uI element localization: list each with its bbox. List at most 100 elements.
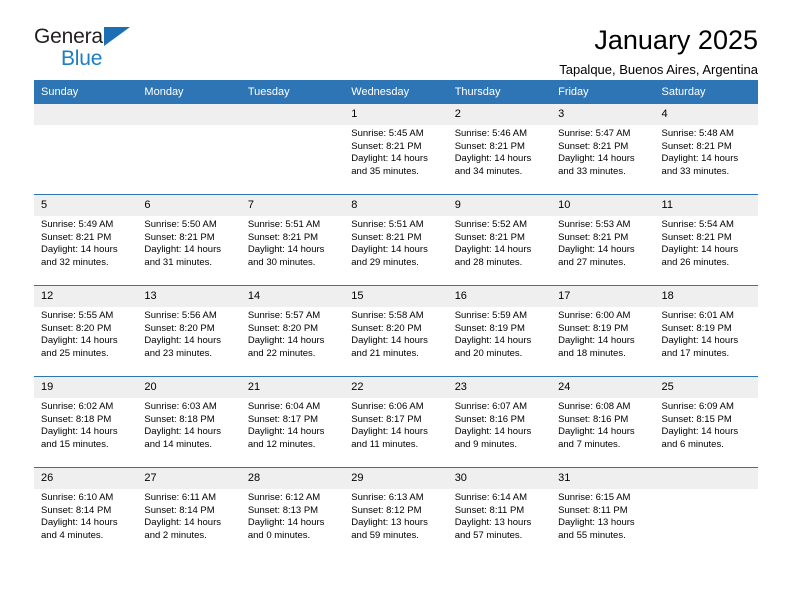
sunrise-time: Sunrise: 6:10 AM	[41, 492, 114, 503]
sunrise-time: Sunrise: 5:51 AM	[351, 219, 424, 230]
calendar-day-cell[interactable]: 27 Sunrise: 6:11 AM Sunset: 8:14 PM Dayligh…	[137, 467, 241, 558]
sunset-time: Sunset: 8:21 PM	[454, 140, 525, 152]
day-number: 30	[447, 468, 552, 489]
calendar-day-cell[interactable]: 16 Sunrise: 5:59 AM Sunset: 8:19 PM Dayligh…	[447, 285, 552, 377]
daylight-duration-line2: and 12 minutes.	[247, 438, 316, 450]
sunset-time: Sunset: 8:11 PM	[558, 504, 628, 516]
daylight-duration-line2: and 0 minutes.	[247, 529, 311, 541]
daylight-duration-line2: and 57 minutes.	[454, 529, 523, 541]
day-cell-inner: 15 Sunrise: 5:58 AM Sunset: 8:20 PM Dayligh…	[344, 286, 448, 376]
day-number: 17	[551, 286, 655, 307]
day-details: Sunrise: 5:57 AM Sunset: 8:20 PM Daylight:…	[241, 307, 344, 360]
day-number: 3	[551, 104, 655, 125]
sunrise-time: Sunrise: 6:14 AM	[454, 492, 528, 503]
calendar-day-cell[interactable]: 6 Sunrise: 5:50 AM Sunset: 8:21 PM Daylight…	[137, 194, 241, 286]
generalblue-logo[interactable]: General Blue	[34, 26, 214, 76]
calendar-day-cell[interactable]: 26 Sunrise: 6:10 AM Sunset: 8:14 PM Dayligh…	[34, 467, 138, 558]
daylight-duration-line2: and 32 minutes.	[41, 256, 109, 268]
calendar-day-cell[interactable]: 2 Sunrise: 5:46 AM Sunset: 8:21 PM Daylight…	[447, 104, 552, 195]
day-cell-inner: 13 Sunrise: 5:56 AM Sunset: 8:20 PM Dayligh…	[137, 286, 241, 376]
calendar-day-cell[interactable]: 15 Sunrise: 5:58 AM Sunset: 8:20 PM Dayligh…	[344, 285, 448, 377]
day-number: 16	[447, 286, 552, 307]
calendar-day-cell[interactable]: 29 Sunrise: 6:13 AM Sunset: 8:12 PM Dayligh…	[344, 467, 448, 558]
calendar-day-cell[interactable]: 30 Sunrise: 6:14 AM Sunset: 8:11 PM Dayligh…	[447, 467, 552, 558]
daylight-duration-line1: Daylight: 14 hours	[247, 335, 325, 347]
calendar-day-cell[interactable]: 28 Sunrise: 6:12 AM Sunset: 8:13 PM Dayligh…	[240, 467, 345, 558]
calendar-day-cell[interactable]: 3 Sunrise: 5:47 AM Sunset: 8:21 PM Daylight…	[551, 104, 655, 195]
day-number: 18	[654, 286, 758, 307]
sunrise-time: Sunrise: 5:53 AM	[558, 219, 631, 230]
sunset-time: Sunset: 8:15 PM	[661, 413, 732, 425]
sunset-time: Sunset: 8:12 PM	[351, 504, 422, 516]
daylight-duration-line1: Daylight: 14 hours	[144, 517, 221, 529]
day-cell-inner: 7 Sunrise: 5:51 AM Sunset: 8:21 PM Daylight…	[240, 195, 345, 285]
sunset-time: Sunset: 8:21 PM	[454, 231, 525, 243]
calendar-day-cell[interactable]: 10 Sunrise: 5:53 AM Sunset: 8:21 PM Dayligh…	[551, 194, 655, 286]
day-cell-inner: 14 Sunrise: 5:57 AM Sunset: 8:20 PM Dayligh…	[240, 286, 345, 376]
calendar-day-cell[interactable]: 19 Sunrise: 6:02 AM Sunset: 8:18 PM Dayligh…	[34, 376, 138, 468]
sunrise-time: Sunrise: 6:02 AM	[41, 401, 114, 412]
calendar-day-cell[interactable]: 12 Sunrise: 5:55 AM Sunset: 8:20 PM Dayligh…	[34, 285, 138, 377]
day-details: Sunrise: 5:45 AM Sunset: 8:21 PM Daylight:…	[344, 125, 447, 178]
day-details: Sunrise: 5:54 AM Sunset: 8:21 PM Daylight:…	[655, 216, 758, 269]
calendar-day-cell[interactable]: 17 Sunrise: 6:00 AM Sunset: 8:19 PM Dayligh…	[551, 285, 655, 377]
day-cell-inner: 31 Sunrise: 6:15 AM Sunset: 8:11 PM Dayligh…	[551, 468, 655, 558]
day-number: 23	[447, 377, 552, 398]
calendar-day-cell[interactable]: 22 Sunrise: 6:06 AM Sunset: 8:17 PM Dayligh…	[344, 376, 448, 468]
calendar-day-cell[interactable]: 24 Sunrise: 6:08 AM Sunset: 8:16 PM Dayligh…	[551, 376, 655, 468]
sunrise-time: Sunrise: 5:55 AM	[41, 310, 114, 321]
calendar-day-cell[interactable]: 9 Sunrise: 5:52 AM Sunset: 8:21 PM Daylight…	[447, 194, 552, 286]
calendar-day-cell[interactable]: 25 Sunrise: 6:09 AM Sunset: 8:15 PM Dayligh…	[654, 376, 758, 468]
calendar-week-row: 5 Sunrise: 5:49 AM Sunset: 8:21 PM Daylight…	[34, 194, 758, 286]
day-details: Sunrise: 5:51 AM Sunset: 8:21 PM Daylight:…	[241, 216, 344, 269]
day-details: Sunrise: 6:15 AM Sunset: 8:11 PM Daylight:…	[551, 489, 654, 542]
calendar-day-cell[interactable]: 11 Sunrise: 5:54 AM Sunset: 8:21 PM Dayligh…	[654, 194, 758, 286]
day-cell-inner: 2 Sunrise: 5:46 AM Sunset: 8:21 PM Daylight…	[447, 104, 552, 194]
day-cell-inner: 29 Sunrise: 6:13 AM Sunset: 8:12 PM Dayligh…	[344, 468, 448, 558]
sunrise-time: Sunrise: 6:08 AM	[558, 401, 631, 412]
daylight-duration-line2: and 14 minutes.	[144, 438, 213, 450]
calendar-day-cell[interactable]: 31 Sunrise: 6:15 AM Sunset: 8:11 PM Dayligh…	[551, 467, 655, 558]
calendar-day-cell[interactable]: 20 Sunrise: 6:03 AM Sunset: 8:18 PM Dayligh…	[137, 376, 241, 468]
calendar-day-cell[interactable]: 7 Sunrise: 5:51 AM Sunset: 8:21 PM Daylight…	[240, 194, 345, 286]
daylight-duration-line2: and 18 minutes.	[558, 347, 626, 359]
calendar-day-cell[interactable]: 21 Sunrise: 6:04 AM Sunset: 8:17 PM Dayligh…	[240, 376, 345, 468]
day-number: 10	[551, 195, 655, 216]
sunset-time: Sunset: 8:21 PM	[351, 231, 422, 243]
day-cell-inner: 8 Sunrise: 5:51 AM Sunset: 8:21 PM Daylight…	[344, 195, 448, 285]
day-cell-inner	[654, 468, 758, 558]
day-number: 26	[34, 468, 138, 489]
daylight-duration-line2: and 29 minutes.	[351, 256, 419, 268]
daylight-duration-line2: and 30 minutes.	[247, 256, 316, 268]
sunrise-time: Sunrise: 6:01 AM	[661, 310, 734, 321]
day-details: Sunrise: 5:59 AM Sunset: 8:19 PM Daylight:…	[448, 307, 551, 360]
sunset-time: Sunset: 8:20 PM	[247, 322, 319, 334]
sunrise-time: Sunrise: 5:52 AM	[454, 219, 528, 230]
calendar-day-cell[interactable]: 1 Sunrise: 5:45 AM Sunset: 8:21 PM Daylight…	[344, 104, 448, 195]
calendar-day-cell[interactable]: 13 Sunrise: 5:56 AM Sunset: 8:20 PM Dayligh…	[137, 285, 241, 377]
sunset-time: Sunset: 8:18 PM	[144, 413, 215, 425]
daylight-duration-line1: Daylight: 14 hours	[41, 426, 118, 438]
daylight-duration-line2: and 35 minutes.	[351, 165, 419, 177]
day-cell-inner: 21 Sunrise: 6:04 AM Sunset: 8:17 PM Dayligh…	[240, 377, 345, 467]
daylight-duration-line2: and 6 minutes.	[661, 438, 724, 450]
day-details: Sunrise: 5:56 AM Sunset: 8:20 PM Daylight:…	[137, 307, 240, 360]
calendar-day-cell[interactable]: 23 Sunrise: 6:07 AM Sunset: 8:16 PM Dayligh…	[447, 376, 552, 468]
daylight-duration-line2: and 31 minutes.	[144, 256, 213, 268]
calendar-day-cell[interactable]: 8 Sunrise: 5:51 AM Sunset: 8:21 PM Daylight…	[344, 194, 448, 286]
day-details: Sunrise: 6:02 AM Sunset: 8:18 PM Daylight:…	[34, 398, 137, 451]
day-details: Sunrise: 6:12 AM Sunset: 8:13 PM Daylight:…	[241, 489, 344, 542]
calendar-day-cell[interactable]: 4 Sunrise: 5:48 AM Sunset: 8:21 PM Daylight…	[654, 104, 758, 195]
daylight-duration-line1: Daylight: 14 hours	[558, 426, 635, 438]
day-number	[34, 104, 138, 125]
daylight-duration-line2: and 33 minutes.	[558, 165, 626, 177]
daylight-duration-line1: Daylight: 14 hours	[454, 335, 532, 347]
daylight-duration-line2: and 23 minutes.	[144, 347, 213, 359]
sunrise-time: Sunrise: 5:58 AM	[351, 310, 424, 321]
weekday-header: Sunday Monday Tuesday Wednesday Thursday Frid…	[34, 80, 758, 104]
calendar-day-cell[interactable]: 18 Sunrise: 6:01 AM Sunset: 8:19 PM Dayligh…	[654, 285, 758, 377]
calendar-day-cell[interactable]: 14 Sunrise: 5:57 AM Sunset: 8:20 PM Dayligh…	[240, 285, 345, 377]
calendar-day-cell[interactable]: 5 Sunrise: 5:49 AM Sunset: 8:21 PM Daylight…	[34, 194, 138, 286]
day-number: 7	[240, 195, 345, 216]
day-number: 4	[654, 104, 758, 125]
